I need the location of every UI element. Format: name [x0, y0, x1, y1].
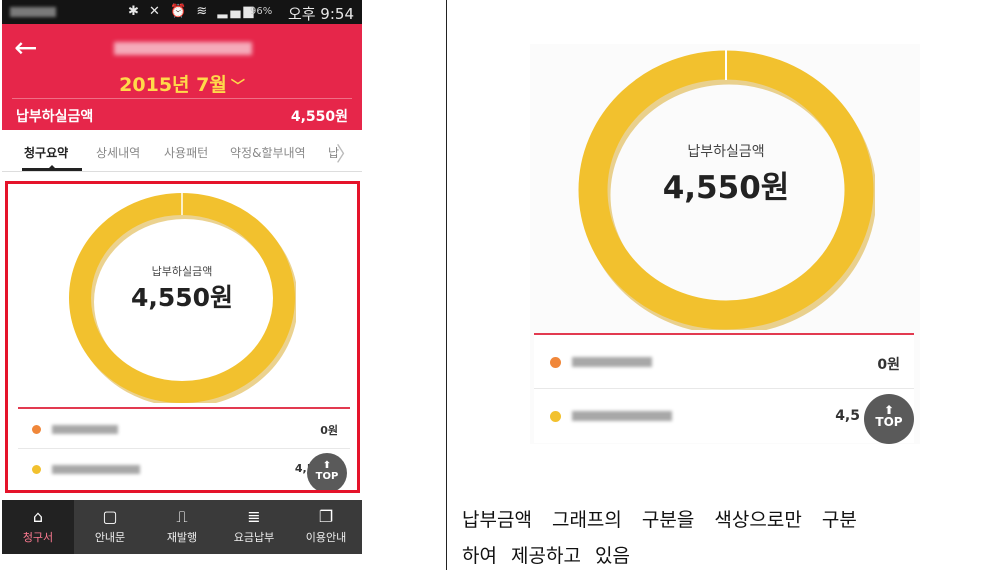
printer-icon: ⎍ [176, 507, 188, 526]
month-label: 2015년 7월 [119, 74, 227, 96]
carrier-blurred [10, 7, 56, 17]
status-bar: ✱ ✕ ⏰ ≋ ▂▄▆ 96% 오후 9:54 [2, 0, 362, 24]
coins-icon: ≣ [247, 507, 261, 526]
caption-line-1: 납부금액 그래프의 구분을 색상으로만 구분 [462, 509, 857, 531]
tab-bar: 청구요약 상세내역 사용패턴 약정&할부내역 납 〉 [2, 130, 362, 172]
battery-percent: 96% [250, 6, 273, 17]
tab-usage-pattern[interactable]: 사용패턴 [164, 144, 208, 161]
vertical-divider [446, 0, 447, 570]
bottom-navigation: ⌂ 청구서 ▢ 안내문 ⎍ 재발행 ≣ 요금납부 ❐ 이용안내 [2, 500, 362, 554]
nav-label: 재발행 [166, 531, 198, 544]
legend-label-blurred [572, 357, 652, 367]
chevron-right-icon[interactable]: 〉 [336, 138, 356, 167]
back-arrow-icon[interactable]: ← [14, 34, 46, 64]
nav-notice[interactable]: ▢ 안내문 [74, 500, 146, 554]
book-icon: ❐ [318, 507, 334, 526]
legend-row: 4,5 [534, 390, 914, 444]
document-icon: ▢ [102, 507, 118, 526]
nav-payment[interactable]: ≣ 요금납부 [218, 500, 290, 554]
tab-contract-installment[interactable]: 약정&할부내역 [230, 144, 306, 161]
nav-label: 안내문 [94, 531, 126, 544]
month-selector[interactable]: 2015년 7월 ﹀ [2, 70, 362, 97]
page-title-blurred [114, 42, 252, 55]
status-icons: ✱ ✕ ⏰ ≋ ▂▄▆ [128, 4, 257, 19]
legend-list-zoomed: 0원 4,5 [534, 333, 914, 443]
nav-reissue[interactable]: ⎍ 재발행 [146, 500, 218, 554]
legend-dot-yellow [550, 411, 561, 422]
clock: 오후 9:54 [287, 5, 354, 23]
legend-dot-orange [550, 357, 561, 368]
nav-guide[interactable]: ❐ 이용안내 [290, 500, 362, 554]
nav-bill[interactable]: ⌂ 청구서 [2, 500, 74, 554]
phone-screenshot: ✱ ✕ ⏰ ≋ ▂▄▆ 96% 오후 9:54 ← 2015년 7월 ﹀ 납부하실… [2, 0, 362, 568]
donut-center-value: 4,550원 [662, 170, 790, 206]
home-icon: ⌂ [32, 507, 44, 526]
highlight-box [5, 181, 360, 493]
caption-line-2: 하여 제공하고 있음 [462, 545, 630, 567]
nav-label: 청구서 [22, 531, 54, 544]
app-header: ← 2015년 7월 ﹀ 납부하실금액 4,550원 [2, 24, 362, 130]
legend-value: 0원 [877, 357, 900, 373]
tab-details[interactable]: 상세내역 [96, 144, 140, 161]
donut-center-label: 납부하실금액 [687, 144, 765, 160]
caption-text: 납부금액 그래프의 구분을 색상으로만 구분 하여 제공하고 있음 [462, 502, 978, 570]
tab-summary[interactable]: 청구요약 [24, 144, 68, 161]
nav-label: 이용안내 [305, 531, 347, 544]
legend-value-partial: 4,5 [835, 408, 860, 424]
unpaid-amount-label: 납부하실금액 [16, 109, 94, 125]
unpaid-amount-value: 4,550원 [290, 109, 348, 125]
chevron-down-icon: ﹀ [230, 79, 245, 95]
header-divider [12, 98, 352, 99]
top-label: TOP [875, 415, 903, 429]
scroll-top-button[interactable]: ⬆ TOP [864, 394, 914, 444]
legend-row: 0원 [534, 335, 914, 389]
active-tab-caret [48, 165, 56, 169]
legend-label-blurred [572, 411, 672, 421]
zoomed-chart-panel: 납부하실금액 4,550원 0원 4,5 ⬆ TOP [530, 44, 920, 444]
nav-label: 요금납부 [233, 531, 275, 544]
